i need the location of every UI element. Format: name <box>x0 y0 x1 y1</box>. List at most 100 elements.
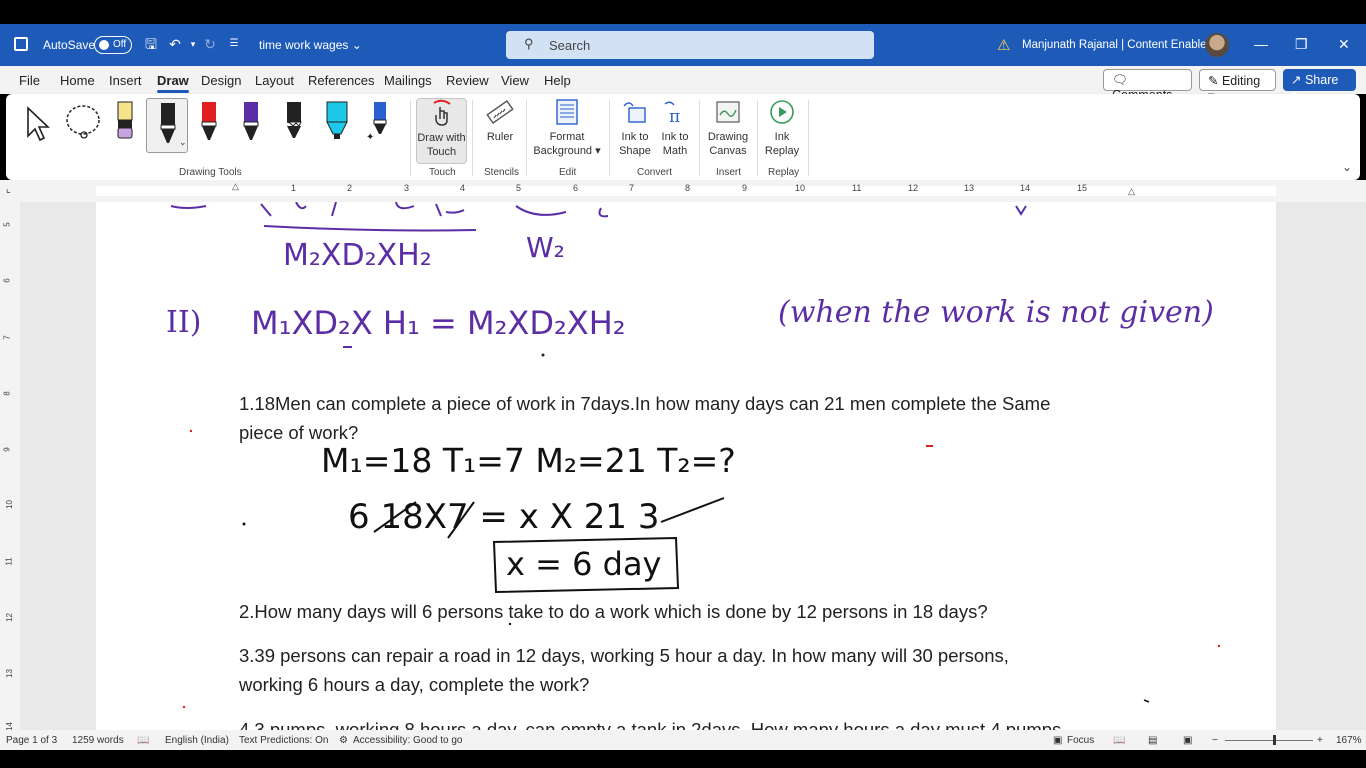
tab-mailings[interactable]: Mailings <box>384 73 432 88</box>
format-background-button[interactable]: Format Background ▾ <box>532 98 602 158</box>
tab-layout[interactable]: Layout <box>255 73 294 88</box>
tab-view[interactable]: View <box>501 73 529 88</box>
ruler-number: 10 <box>795 183 806 193</box>
format-background-label-1: Format <box>549 131 585 143</box>
select-arrow-icon[interactable] <box>22 102 52 146</box>
tab-insert[interactable]: Insert <box>109 73 142 88</box>
group-separator <box>410 100 411 176</box>
question-3-line-2: working 6 hours a day, complete the work… <box>239 674 590 695</box>
close-icon[interactable]: ✕ <box>1338 36 1350 53</box>
right-indent-marker-icon[interactable]: △ <box>1128 186 1135 197</box>
black-pen-selected[interactable]: ⌄ <box>146 98 188 153</box>
pen-options-chevron-icon[interactable]: ⌄ <box>179 137 187 148</box>
zoom-slider-thumb[interactable] <box>1273 735 1276 745</box>
ruler-number: 15 <box>1077 183 1088 193</box>
autosave-toggle[interactable]: Off <box>94 36 132 54</box>
question-1-line-2: piece of work? <box>239 422 359 443</box>
question-4-partial: 4.3 pumps, working 8 hours a day, can em… <box>239 719 1062 730</box>
text-predictions[interactable]: Text Predictions: On <box>239 735 328 746</box>
undo-icon[interactable]: ↶ <box>167 36 183 52</box>
horizontal-ruler[interactable]: ⌞ △ △ 1 2 3 4 5 6 7 8 9 10 11 12 13 14 1… <box>0 180 1366 202</box>
search-box[interactable]: ⚲ Search <box>506 31 874 59</box>
focus-icon: ▣ <box>1053 735 1063 746</box>
web-layout-icon[interactable]: ▣ <box>1183 735 1192 746</box>
warning-icon[interactable]: ⚠ <box>997 36 1010 54</box>
ruler-number: 3 <box>404 183 410 193</box>
page-count[interactable]: Page 1 of 3 <box>6 735 57 746</box>
draw-with-touch-button[interactable]: Draw with Touch <box>416 98 467 164</box>
tab-home[interactable]: Home <box>60 73 95 88</box>
document-page[interactable]: M₂XD₂XH₂ W₂ II) M₁XD₂X H₁ = M₂XD₂XH₂ (wh… <box>96 202 1276 730</box>
ruler-number: 12 <box>908 183 919 193</box>
pencil-icon[interactable] <box>279 100 309 144</box>
ink-to-shape-button[interactable]: Ink to Shape <box>618 98 652 158</box>
tab-references[interactable]: References <box>308 73 374 88</box>
save-icon[interactable]: 🖫 <box>143 36 159 52</box>
ruler-button[interactable]: Ruler <box>480 98 520 144</box>
draw-with-touch-label-2: Touch <box>426 146 457 158</box>
read-mode-icon[interactable]: 📖 <box>1113 735 1125 746</box>
drawing-canvas-button[interactable]: Drawing Canvas <box>706 98 750 158</box>
autosave-label: AutoSave <box>43 38 96 52</box>
zoom-level[interactable]: 167% <box>1336 735 1362 746</box>
zoom-slider[interactable] <box>1225 740 1313 741</box>
proofing-icon[interactable]: 📖 <box>137 735 149 746</box>
vertical-ruler[interactable]: 5 6 7 8 9 10 11 12 13 14 <box>0 202 20 731</box>
language[interactable]: English (India) <box>165 735 229 746</box>
undo-dropdown-icon[interactable]: ▾ <box>185 36 201 52</box>
comments-button[interactable]: 🗨 Comments <box>1103 69 1192 102</box>
toggle-knob <box>99 40 109 50</box>
format-background-label-2: Background <box>533 145 593 157</box>
tab-design[interactable]: Design <box>201 73 241 88</box>
ribbon-collapse-chevron-icon[interactable]: ⌄ <box>1342 160 1352 174</box>
tab-draw[interactable]: Draw <box>157 73 189 93</box>
svg-text:✦: ✦ <box>366 132 374 143</box>
group-drawing-tools: Drawing Tools <box>179 167 242 178</box>
restore-icon[interactable]: ❐ <box>1295 36 1308 53</box>
zoom-in-icon[interactable]: + <box>1317 735 1323 746</box>
avatar[interactable] <box>1205 33 1229 57</box>
vruler-number: 6 <box>2 278 12 283</box>
ruler-number: 2 <box>347 183 353 193</box>
red-pen-icon[interactable] <box>194 100 224 144</box>
accessibility-icon: ⚙ <box>339 735 348 746</box>
accessibility-status[interactable]: Accessibility: Good to go <box>353 735 463 746</box>
question-3: 3.39 persons can repair a road in 12 day… <box>239 641 1009 699</box>
print-layout-icon[interactable]: ▤ <box>1148 735 1157 746</box>
redo-icon[interactable]: ↻ <box>202 36 218 52</box>
ribbon-tabs: File Home Insert Draw Design Layout Refe… <box>0 66 1366 103</box>
tab-review[interactable]: Review <box>446 73 489 88</box>
user-name[interactable]: Manjunath Rajanal | Content Enablers <box>1022 39 1216 51</box>
ink-dot <box>242 522 246 526</box>
question-1-line-1: 1.18Men can complete a piece of work in … <box>239 393 1051 414</box>
vruler-number: 12 <box>4 613 14 622</box>
word-count[interactable]: 1259 words <box>72 735 124 746</box>
zoom-out-icon[interactable]: − <box>1212 735 1218 746</box>
minimize-icon[interactable]: — <box>1254 36 1268 52</box>
purple-pen-icon[interactable] <box>236 100 266 144</box>
ink-replay-icon <box>770 100 794 124</box>
customize-toolbar-icon[interactable]: ☰ <box>226 36 242 52</box>
indent-marker-icon[interactable]: △ <box>232 181 239 192</box>
share-label: Share <box>1304 73 1339 87</box>
glitter-pen-icon[interactable]: ✦ <box>364 100 394 144</box>
ink-replay-button[interactable]: Ink Replay <box>762 98 802 158</box>
ruler-icon <box>486 100 514 124</box>
group-stencils: Stencils <box>484 167 520 178</box>
eraser-icon[interactable] <box>110 100 140 144</box>
tab-selector-icon[interactable]: ⌞ <box>6 184 11 195</box>
document-title[interactable]: time work wages ⌄ <box>259 38 362 52</box>
ink-formula-top <box>170 202 1027 232</box>
question-1: 1.18Men can complete a piece of work in … <box>239 389 1050 447</box>
ink-to-math-button[interactable]: π Ink to Math <box>658 98 692 158</box>
focus-mode[interactable]: Focus <box>1067 735 1094 746</box>
ink-to-math-icon: π <box>664 101 680 126</box>
highlighter-icon[interactable] <box>322 100 352 144</box>
tab-help[interactable]: Help <box>544 73 571 88</box>
lasso-select-icon[interactable] <box>64 100 102 144</box>
share-button[interactable]: ↗ Share ▾ <box>1283 69 1356 102</box>
editing-button[interactable]: ✎ Editing ▾ <box>1199 69 1276 103</box>
tab-file[interactable]: File <box>19 73 40 88</box>
word-app-icon <box>14 37 28 51</box>
group-touch: Touch <box>429 167 456 178</box>
